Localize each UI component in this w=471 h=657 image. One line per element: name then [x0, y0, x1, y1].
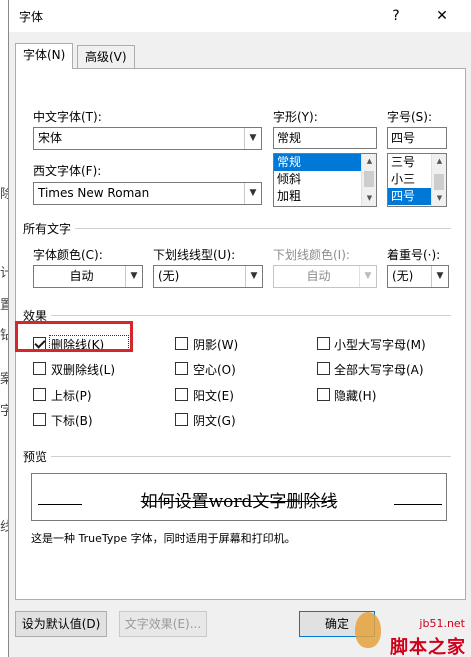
scroll-up-icon[interactable]: ▲ [432, 154, 446, 169]
watermark-logo-icon [355, 612, 381, 648]
emboss-label[interactable]: 阳文(E) [193, 387, 234, 404]
text-effects-button[interactable]: 文字效果(E)... [119, 611, 207, 637]
section-preview: 预览 [23, 450, 48, 464]
engrave-label[interactable]: 阴文(G) [193, 412, 236, 429]
scroll-thumb[interactable] [434, 174, 444, 190]
chevron-down-icon: ▼ [359, 266, 376, 287]
help-button[interactable]: ? [381, 4, 411, 28]
chevron-down-icon: ▼ [125, 266, 142, 287]
chinese-font-label: 中文字体(T): [33, 110, 102, 124]
emboss-checkbox[interactable] [175, 388, 188, 401]
hidden-label[interactable]: 隐藏(H) [334, 387, 376, 404]
divider [75, 228, 451, 229]
preview-box: 如何设置word文字删除线 [31, 473, 447, 521]
outline-label[interactable]: 空心(O) [193, 361, 236, 378]
title-bar: 字体 ? ✕ [9, 0, 471, 32]
chevron-down-icon: ▼ [245, 266, 262, 287]
subscript-label[interactable]: 下标(B) [51, 412, 93, 429]
underline-color-select[interactable]: 自动 ▼ [273, 265, 377, 288]
underline-style-select[interactable]: (无) ▼ [153, 265, 263, 288]
set-default-button[interactable]: 设为默认值(D) [15, 611, 107, 637]
engrave-checkbox[interactable] [175, 413, 188, 426]
font-color-select[interactable]: 自动 ▼ [33, 265, 143, 288]
font-type-note: 这是一种 TrueType 字体，同时适用于屏幕和打印机。 [31, 532, 296, 545]
tab-advanced[interactable]: 高级(V) [77, 45, 135, 69]
scroll-down-icon[interactable]: ▼ [432, 191, 446, 206]
scrollbar[interactable]: ▲ ▼ [431, 154, 446, 206]
small-caps-label[interactable]: 小型大写字母(M) [334, 336, 426, 353]
all-caps-checkbox[interactable] [317, 362, 330, 375]
shadow-checkbox[interactable] [175, 337, 188, 350]
font-style-list[interactable]: 常规 倾斜 加粗 ▲ ▼ [273, 153, 377, 207]
emphasis-mark-label: 着重号(·): [387, 248, 441, 262]
tab-font[interactable]: 字体(N) [15, 43, 74, 69]
scroll-up-icon[interactable]: ▲ [362, 154, 376, 169]
superscript-checkbox[interactable] [33, 388, 46, 401]
preview-baseline-right [394, 504, 442, 505]
subscript-checkbox[interactable] [33, 413, 46, 426]
font-color-label: 字体颜色(C): [33, 248, 103, 262]
chevron-down-icon: ▼ [431, 266, 448, 287]
all-caps-label[interactable]: 全部大写字母(A) [334, 361, 424, 378]
scroll-thumb[interactable] [364, 171, 374, 187]
watermark-brand: 脚本之家 [390, 637, 466, 657]
font-size-input[interactable]: 四号 [387, 127, 447, 149]
highlight-annotation-box [15, 321, 133, 352]
dialog-title: 字体 [19, 10, 44, 24]
watermark-site: jb51.net [419, 617, 465, 630]
scroll-down-icon[interactable]: ▼ [362, 191, 376, 206]
western-font-select[interactable]: Times New Roman ▼ [33, 182, 262, 205]
emphasis-mark-select[interactable]: (无) ▼ [387, 265, 449, 288]
font-size-list[interactable]: 三号 小三 四号 ▲ ▼ [387, 153, 447, 207]
outline-checkbox[interactable] [175, 362, 188, 375]
chevron-down-icon: ▼ [244, 128, 261, 149]
font-size-label: 字号(S): [387, 110, 433, 124]
chevron-down-icon: ▼ [244, 183, 261, 204]
section-all-text: 所有文字 [23, 222, 72, 236]
divider [51, 456, 451, 457]
chinese-font-select[interactable]: 宋体 ▼ [33, 127, 262, 150]
western-font-label: 西文字体(F): [33, 164, 102, 178]
font-style-input[interactable]: 常规 [273, 127, 377, 149]
preview-sample-text: 如何设置word文字删除线 [140, 492, 338, 512]
underline-color-label: 下划线颜色(I): [273, 248, 350, 262]
background-document: 除 计 置 钻 案 字 线 [0, 0, 13, 657]
double-strikethrough-label[interactable]: 双删除线(L) [51, 361, 115, 378]
superscript-label[interactable]: 上标(P) [51, 387, 92, 404]
small-caps-checkbox[interactable] [317, 337, 330, 350]
font-style-label: 字形(Y): [273, 110, 318, 124]
close-button[interactable]: ✕ [427, 4, 457, 28]
underline-style-label: 下划线线型(U): [153, 248, 236, 262]
font-dialog: 字体 ? ✕ 字体(N) 高级(V) 中文字体(T): 宋体 ▼ 字形(Y): … [8, 0, 471, 657]
hidden-checkbox[interactable] [317, 388, 330, 401]
shadow-label[interactable]: 阴影(W) [193, 336, 238, 353]
scrollbar[interactable]: ▲ ▼ [361, 154, 376, 206]
double-strikethrough-checkbox[interactable] [33, 362, 46, 375]
divider [51, 315, 451, 316]
